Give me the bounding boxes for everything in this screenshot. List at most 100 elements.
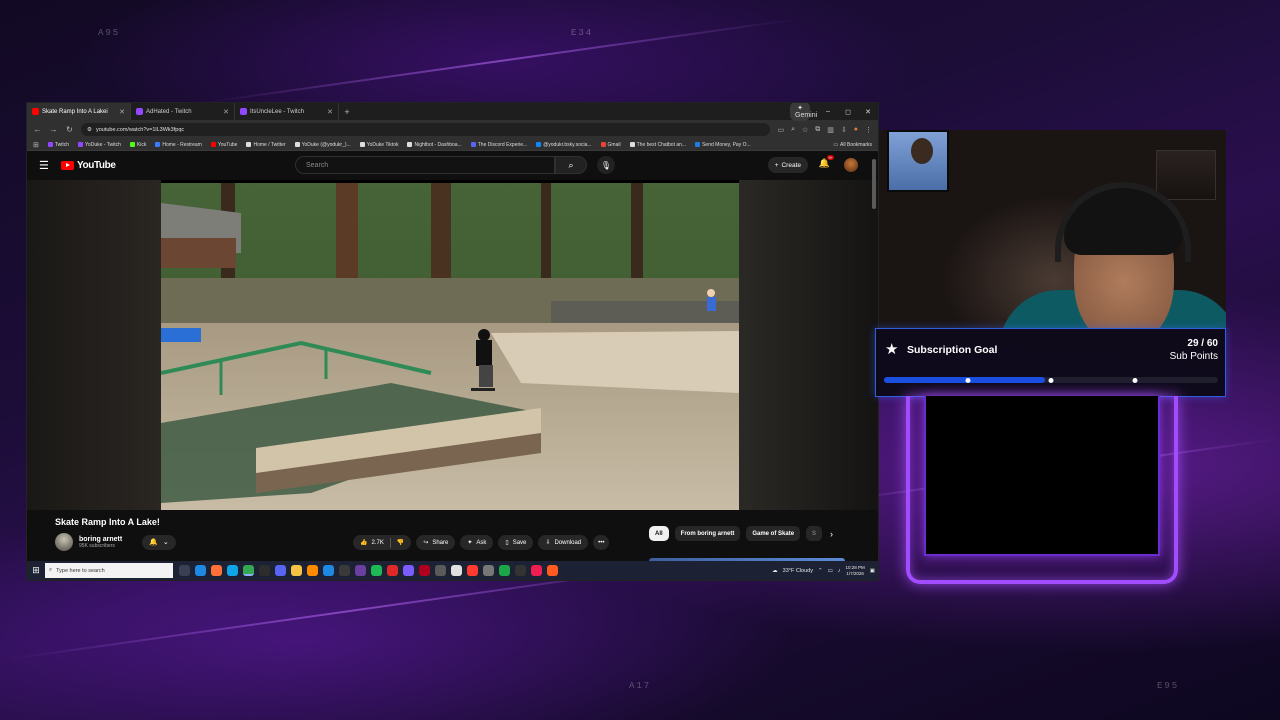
profile-icon[interactable]: ● xyxy=(854,126,858,133)
app-icon[interactable] xyxy=(355,565,366,576)
clock[interactable]: 10:28 PM 1/7/2026 xyxy=(846,565,865,577)
edge-icon[interactable] xyxy=(195,565,206,576)
bookmark-item[interactable]: Home / Twitter xyxy=(246,142,286,148)
discord-icon[interactable] xyxy=(275,565,286,576)
page-scrollbar[interactable] xyxy=(872,159,876,209)
app-icon[interactable] xyxy=(467,565,478,576)
forward-icon[interactable]: → xyxy=(49,125,58,134)
chevron-right-icon[interactable]: › xyxy=(830,529,833,539)
thumbs-down-icon[interactable]: 👎 xyxy=(397,539,404,546)
menu-icon[interactable]: ⋮ xyxy=(865,126,872,134)
background-monitor xyxy=(887,130,949,192)
download-button[interactable]: ⇩ Download xyxy=(538,535,589,550)
bookmark-item[interactable]: The best Chatbot an... xyxy=(629,142,686,148)
firefox-icon[interactable] xyxy=(211,565,222,576)
bookmark-star-icon[interactable]: ☆ xyxy=(802,126,808,134)
app-icon[interactable] xyxy=(387,565,398,576)
app-icon[interactable] xyxy=(515,565,526,576)
subscription-bell-button[interactable]: 🔔 ⌄ xyxy=(142,534,176,550)
bookmark-item[interactable]: YoDuke Tiktok xyxy=(359,142,398,148)
channel-avatar[interactable] xyxy=(55,533,73,551)
bookmark-item[interactable]: YoDuke - Twitch xyxy=(78,142,121,148)
url-field[interactable]: ⚙ youtube.com/watch?v=1lL3Wk3fpqc xyxy=(81,123,771,136)
youtube-favicon-icon xyxy=(32,108,39,115)
new-tab-button[interactable]: + xyxy=(339,107,355,117)
notifications-icon[interactable]: ▣ xyxy=(870,568,875,574)
chip-more[interactable]: S xyxy=(806,526,823,541)
task-view-icon[interactable] xyxy=(179,565,190,576)
voice-search-button[interactable]: 🎙 xyxy=(597,156,615,174)
close-tab-icon[interactable]: ✕ xyxy=(327,108,333,116)
chip-game-of-skate[interactable]: Game of Skate xyxy=(746,526,801,541)
youtube-logo[interactable]: YouTube xyxy=(61,160,116,171)
bookmark-item[interactable]: Gmail xyxy=(600,142,621,148)
app-icon[interactable] xyxy=(435,565,446,576)
channel-name[interactable]: boring arnett xyxy=(79,536,122,543)
cast-icon[interactable]: ▭ xyxy=(777,126,784,134)
video-player[interactable] xyxy=(27,180,878,510)
reload-icon[interactable]: ↻ xyxy=(65,125,74,134)
ask-button[interactable]: ✦ Ask xyxy=(460,535,494,550)
bookmark-item[interactable]: Nightbot - Dashboa... xyxy=(407,142,462,148)
tiktok-icon[interactable] xyxy=(531,565,542,576)
bookmark-item[interactable]: YoDuke (@yodukr_)... xyxy=(294,142,351,148)
taskbar-search-input[interactable]: ⌕ Type here to search xyxy=(45,563,173,578)
extensions-icon[interactable]: ⧉ xyxy=(815,126,820,134)
downloads-icon[interactable]: ⇩ xyxy=(841,126,847,134)
site-info-icon[interactable]: ⚙ xyxy=(87,127,92,133)
tray-chevron-icon[interactable]: ⌃ xyxy=(818,568,823,574)
close-tab-icon[interactable]: ✕ xyxy=(223,108,229,116)
settings-icon[interactable] xyxy=(451,565,462,576)
app-icon[interactable] xyxy=(419,565,430,576)
steam-icon[interactable] xyxy=(339,565,350,576)
network-icon[interactable]: ▭ xyxy=(828,568,833,574)
back-icon[interactable]: ← xyxy=(33,125,42,134)
minimize-button[interactable]: – xyxy=(818,108,838,115)
app-icon[interactable] xyxy=(547,565,558,576)
bookmark-item[interactable]: The Discord Experie... xyxy=(470,142,527,148)
app-icon[interactable] xyxy=(403,565,414,576)
close-tab-icon[interactable]: ✕ xyxy=(119,108,125,116)
bookmark-item[interactable]: Send Money, Pay O... xyxy=(695,142,751,148)
app-icon[interactable] xyxy=(323,565,334,576)
notifications-button[interactable]: 🔔 9+ xyxy=(819,155,834,169)
browser-icon[interactable] xyxy=(227,565,238,576)
bookmark-item[interactable]: Twitch xyxy=(47,142,69,148)
create-button[interactable]: + Create xyxy=(767,157,808,173)
bookmark-item[interactable]: @yodukr.bsky.socia... xyxy=(536,142,592,148)
bookmark-item[interactable]: Kick xyxy=(129,142,146,148)
sidebar-icon[interactable]: ▥ xyxy=(827,126,834,134)
zoom-icon[interactable]: ⌕ xyxy=(791,126,795,134)
share-button[interactable]: ↪ Share xyxy=(416,535,456,550)
chip-all[interactable]: All xyxy=(649,526,669,541)
chip-from-channel[interactable]: From boring arnett xyxy=(674,526,741,541)
browser-tab-twitch-1[interactable]: AdHated - Twitch ✕ xyxy=(131,103,235,120)
more-actions-button[interactable]: ••• xyxy=(593,535,610,550)
bookmark-item[interactable]: Home - Restream xyxy=(155,142,202,148)
save-button[interactable]: ▯ Save xyxy=(498,535,534,550)
search-button[interactable]: ⌕ xyxy=(555,156,587,174)
like-button[interactable]: 👍 2.7K 👎 xyxy=(353,535,412,550)
apps-icon[interactable]: ⊞ xyxy=(33,141,39,149)
hamburger-menu-icon[interactable]: ☰ xyxy=(39,159,57,172)
bookmark-item[interactable]: YouTube xyxy=(210,142,237,148)
browser-tab-twitch-2[interactable]: ItsUncleLee - Twitch ✕ xyxy=(235,103,339,120)
search-input[interactable]: Search xyxy=(295,156,555,174)
app-icon[interactable] xyxy=(483,565,494,576)
volume-icon[interactable]: ♪ xyxy=(838,568,841,574)
all-bookmarks-button[interactable]: ▭ All Bookmarks xyxy=(833,142,872,148)
close-window-button[interactable]: ✕ xyxy=(858,108,878,116)
file-explorer-icon[interactable] xyxy=(291,565,302,576)
app-icon[interactable] xyxy=(307,565,318,576)
account-avatar[interactable] xyxy=(844,158,858,172)
corner-label: A17 xyxy=(629,681,652,691)
gemini-button[interactable]: ✦ Gemini xyxy=(790,103,817,121)
app-icon[interactable] xyxy=(499,565,510,576)
maximize-button[interactable]: ◻ xyxy=(838,108,858,116)
windows-start-icon[interactable]: ⊞ xyxy=(27,565,45,576)
obs-icon[interactable] xyxy=(259,565,270,576)
chrome-icon[interactable] xyxy=(243,565,254,576)
spotify-icon[interactable] xyxy=(371,565,382,576)
weather-text[interactable]: 33°F Cloudy xyxy=(783,568,813,574)
browser-tab-youtube[interactable]: Skate Ramp Into A Lakei ✕ xyxy=(27,103,131,120)
